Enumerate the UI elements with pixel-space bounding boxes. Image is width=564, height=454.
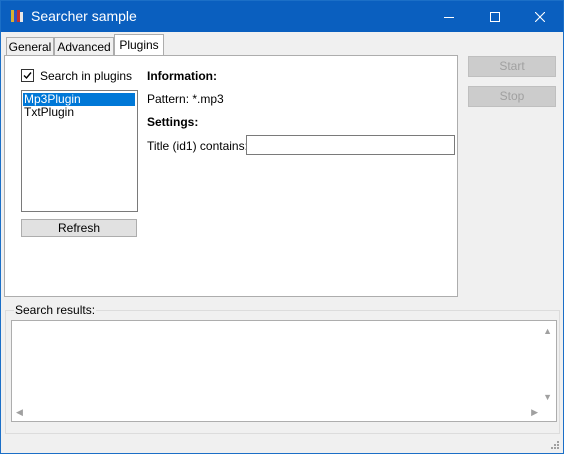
minimize-button[interactable] [426, 1, 471, 32]
search-in-plugins-checkbox[interactable] [21, 69, 34, 82]
start-button[interactable]: Start [468, 56, 556, 77]
maximize-button[interactable] [472, 1, 517, 32]
minimize-icon [443, 16, 454, 18]
tab-general[interactable]: General [6, 37, 54, 55]
scroll-right-icon[interactable]: ▶ [531, 408, 538, 417]
settings-heading: Settings: [147, 115, 199, 129]
pattern-text: Pattern: *.mp3 [147, 92, 224, 106]
maximize-icon [489, 11, 500, 22]
tab-plugins[interactable]: Plugins [114, 34, 164, 55]
app-window: Searcher sample General Advanced Plugins… [0, 0, 564, 454]
stop-button[interactable]: Stop [468, 86, 556, 107]
search-results-textarea[interactable]: ▲ ▼ ◀ ▶ [11, 320, 557, 422]
resize-grip-icon[interactable] [549, 439, 559, 449]
plugin-list[interactable]: Mp3Plugin TxtPlugin [21, 90, 138, 212]
window-title: Searcher sample [31, 8, 137, 24]
title-contains-input[interactable] [246, 135, 455, 155]
title-field-label: Title (id1) contains: [147, 139, 248, 153]
scroll-left-icon[interactable]: ◀ [16, 408, 23, 417]
close-button[interactable] [517, 1, 562, 32]
list-item-txtplugin[interactable]: TxtPlugin [23, 106, 135, 119]
tab-advanced[interactable]: Advanced [54, 37, 114, 55]
search-in-plugins-label[interactable]: Search in plugins [40, 69, 132, 83]
information-heading: Information: [147, 69, 217, 83]
checkmark-icon [23, 72, 32, 80]
scroll-down-icon[interactable]: ▼ [543, 393, 552, 402]
title-bar[interactable]: Searcher sample [1, 1, 563, 32]
books-icon [11, 10, 23, 22]
scroll-up-icon[interactable]: ▲ [543, 327, 552, 336]
search-results-label: Search results: [14, 303, 97, 317]
refresh-button[interactable]: Refresh [21, 219, 137, 237]
close-icon [534, 11, 545, 22]
